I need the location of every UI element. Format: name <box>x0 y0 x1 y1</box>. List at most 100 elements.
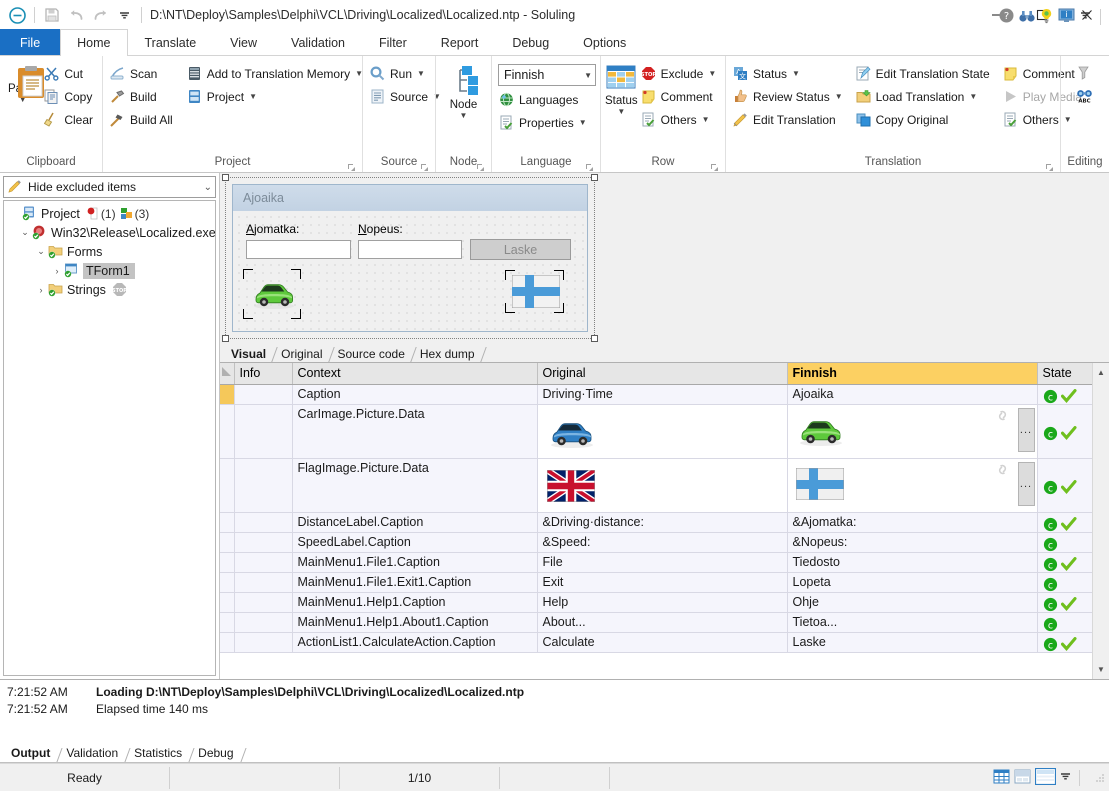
output-tab-statistics[interactable]: Statistics <box>128 746 195 762</box>
cell-context[interactable]: ActionList1.CalculateAction.Caption <box>292 632 538 653</box>
cell-info[interactable] <box>234 512 293 533</box>
binoculars-icon[interactable] <box>1019 9 1035 26</box>
status-caret-icon[interactable]: ▼ <box>617 108 625 116</box>
row-indicator[interactable] <box>220 384 235 405</box>
cell-finnish[interactable]: &Nopeus: <box>787 532 1038 553</box>
translation-status-button[interactable]: A文 Status ▼ <box>730 62 848 85</box>
twisty-collapsed-icon[interactable]: › <box>50 266 64 276</box>
cell-state[interactable]: c <box>1037 552 1092 573</box>
row-indicator[interactable] <box>220 552 235 573</box>
table-row[interactable]: MainMenu1.File1.Exit1.Caption Exit Lopet… <box>220 572 1092 593</box>
cell-context[interactable]: FlagImage.Picture.Data <box>292 458 538 513</box>
cell-finnish[interactable]: Lopeta <box>787 572 1038 593</box>
exclude-button[interactable]: STOP Exclude ▼ <box>638 62 722 85</box>
tab-home[interactable]: Home <box>60 29 128 56</box>
row-dialog-launcher-icon[interactable] <box>710 162 719 171</box>
properties-button[interactable]: Properties ▼ <box>496 111 596 134</box>
excluded-items-filter[interactable]: Hide excluded items ⌄ <box>3 176 216 198</box>
output-tab-output[interactable]: Output <box>5 746 63 762</box>
row-indicator[interactable] <box>220 592 235 613</box>
spelling-button-editing[interactable]: ABC <box>1069 84 1101 107</box>
translation-grid[interactable]: Info Context Original Finnish State Capt… <box>220 363 1092 679</box>
cell-state[interactable]: c <box>1037 612 1092 633</box>
ellipsis-button[interactable]: ... <box>1017 461 1035 506</box>
ellipsis-button[interactable]: ... <box>1017 407 1035 452</box>
status-button[interactable]: Status ▼ <box>605 62 638 116</box>
form-view-icon[interactable] <box>1034 767 1057 788</box>
tab-validation[interactable]: Validation <box>274 29 362 55</box>
cell-original[interactable]: File <box>537 552 788 573</box>
link-icon[interactable] <box>994 409 1011 425</box>
row-indicator[interactable] <box>220 632 235 653</box>
others-button-row[interactable]: Others ▼ <box>638 108 722 131</box>
cell-context[interactable]: CarImage.Picture.Data <box>292 404 538 459</box>
help-icon[interactable]: ? <box>999 8 1014 26</box>
cell-info[interactable] <box>234 552 293 573</box>
node-button[interactable]: Node ▼ <box>440 62 487 120</box>
ribbon-options-icon[interactable] <box>1080 10 1091 24</box>
cell-original[interactable]: Driving·Time <box>537 384 788 405</box>
table-row[interactable]: MainMenu1.File1.Caption File Tiedosto c <box>220 552 1092 573</box>
cut-button[interactable]: Cut <box>41 62 98 85</box>
twisty-collapsed-icon[interactable]: › <box>34 285 48 295</box>
project-caret-icon[interactable]: ▼ <box>249 92 257 101</box>
cell-original[interactable]: &Driving·distance: <box>537 512 788 533</box>
table-row[interactable]: Caption Driving·Time Ajoaika c <box>220 383 1092 405</box>
preview-calculate-button[interactable]: Laske <box>470 239 571 260</box>
cell-finnish[interactable]: Ajoaika <box>786 383 1038 405</box>
redo-icon[interactable] <box>89 4 111 26</box>
cell-info[interactable] <box>234 404 293 459</box>
cell-state[interactable]: c <box>1037 572 1092 593</box>
cell-original[interactable] <box>537 404 788 459</box>
row-indicator[interactable] <box>220 458 235 513</box>
cell-original[interactable]: &Speed: <box>537 532 788 553</box>
table-row[interactable]: SpeedLabel.Caption &Speed: &Nopeus: c <box>220 532 1092 553</box>
cell-finnish[interactable]: Tietoa... <box>787 612 1038 633</box>
cell-context[interactable]: MainMenu1.Help1.Caption <box>292 592 538 613</box>
resize-handle-tl[interactable] <box>222 174 229 181</box>
exclude-caret-icon[interactable]: ▼ <box>708 69 716 78</box>
language-select[interactable]: Finnish ▼ <box>498 64 596 86</box>
view-tab-hex-dump[interactable]: Hex dump <box>414 347 487 362</box>
output-tab-validation[interactable]: Validation <box>60 746 131 762</box>
cell-original[interactable] <box>537 458 788 513</box>
cell-context[interactable]: DistanceLabel.Caption <box>292 512 538 533</box>
table-row[interactable]: CarImage.Picture.Data ... c <box>220 404 1092 459</box>
copy-original-button[interactable]: Copy Original <box>853 108 995 131</box>
tree-node-project[interactable]: Project (1) (3) <box>4 204 215 223</box>
tree-node-tform1[interactable]: › TForm1 <box>4 261 215 280</box>
cell-info[interactable] <box>234 384 293 405</box>
column-header-original[interactable]: Original <box>537 363 788 385</box>
link-icon[interactable] <box>994 463 1011 479</box>
resize-handle-br[interactable] <box>591 335 598 342</box>
source-dialog-launcher-icon[interactable] <box>420 162 429 171</box>
cell-state[interactable]: c <box>1037 592 1092 613</box>
output-tab-debug[interactable]: Debug <box>192 746 247 762</box>
output-pane[interactable]: 7:21:52 AM Loading D:\NT\Deploy\Samples\… <box>0 679 1109 741</box>
cell-original[interactable]: Exit <box>537 572 788 593</box>
row-indicator[interactable] <box>220 404 235 459</box>
properties-caret-icon[interactable]: ▼ <box>579 118 587 127</box>
column-header-finnish[interactable]: Finnish <box>787 363 1038 385</box>
paste-button[interactable]: Paste ▼ <box>4 62 44 104</box>
view-tab-source-code[interactable]: Source code <box>332 347 417 362</box>
tab-filter[interactable]: Filter <box>362 29 424 55</box>
cell-context[interactable]: MainMenu1.File1.Exit1.Caption <box>292 572 538 593</box>
cell-info[interactable] <box>234 458 293 513</box>
cell-info[interactable] <box>234 532 293 553</box>
project-tree[interactable]: Project (1) (3) ⌄ Win32\Release\Localize… <box>3 200 216 676</box>
cell-info[interactable] <box>234 632 293 653</box>
cell-context[interactable]: MainMenu1.File1.Caption <box>292 552 538 573</box>
tree-node-forms[interactable]: ⌄ Forms <box>4 242 215 261</box>
row-indicator[interactable] <box>220 532 235 553</box>
split-view-icon[interactable] <box>1014 769 1031 787</box>
tab-debug[interactable]: Debug <box>495 29 566 55</box>
cell-info[interactable] <box>234 612 293 633</box>
cell-finnish[interactable]: Ohje <box>787 592 1038 613</box>
tree-node-strings[interactable]: › Strings STOP <box>4 280 215 299</box>
review-status-button[interactable]: Review Status ▼ <box>730 85 848 108</box>
info-screen-icon[interactable]: i <box>1058 8 1075 26</box>
review-status-caret-icon[interactable]: ▼ <box>835 92 843 101</box>
tab-file[interactable]: File <box>0 29 61 55</box>
cell-context[interactable]: SpeedLabel.Caption <box>292 532 538 553</box>
